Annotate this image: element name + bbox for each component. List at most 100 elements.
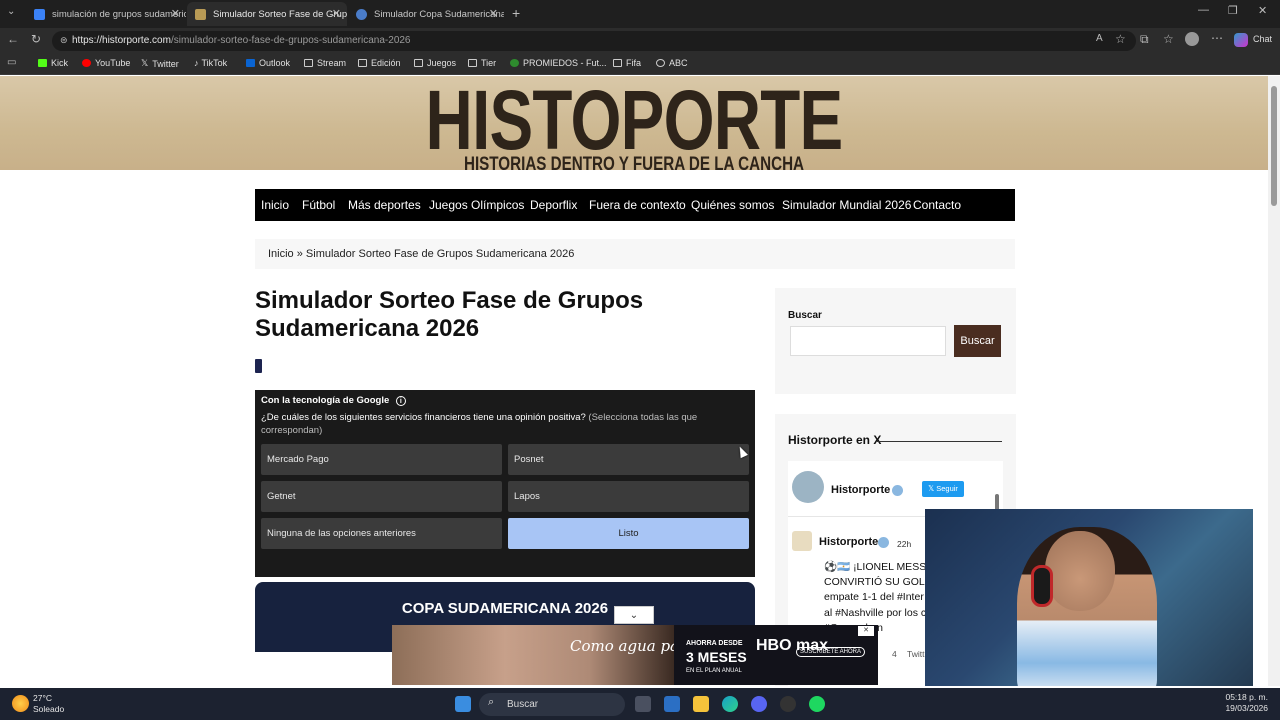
tab-2[interactable]: Simulador Sorteo Fase de Grupos Su ✕	[187, 2, 347, 26]
tweet-more-link[interactable]: Twitt	[907, 649, 924, 659]
spotify-icon[interactable]	[809, 696, 825, 712]
edge-icon[interactable]	[722, 696, 738, 712]
file-explorer-icon[interactable]	[693, 696, 709, 712]
ad-big-text: 3 MESES	[686, 649, 747, 665]
nav-deporflix[interactable]: Deporflix	[530, 189, 577, 221]
survey-option[interactable]: Mercado Pago	[261, 444, 502, 475]
search-favicon-icon	[34, 8, 45, 20]
bookmark-abc[interactable]: ABC	[656, 58, 688, 68]
weather-condition: Soleado	[33, 704, 65, 714]
task-view-icon[interactable]	[635, 696, 651, 712]
reading-view-icon[interactable]: ▭	[7, 57, 16, 68]
follow-button[interactable]: 𝕏 Seguir	[922, 481, 964, 497]
close-window-icon[interactable]: ✕	[1258, 4, 1267, 17]
survey-option[interactable]: Getnet	[261, 481, 502, 512]
close-tab-2-icon[interactable]: ✕	[332, 7, 341, 20]
tab-2-label: Simulador Sorteo Fase de Grupos Su	[213, 8, 347, 20]
bookmark-folder-tier[interactable]: Tier	[468, 58, 496, 68]
reload-icon[interactable]: ↻	[31, 32, 41, 46]
bookmark-label: Tier	[481, 58, 497, 68]
taskbar-search[interactable]: Buscar	[479, 693, 625, 716]
read-aloud-icon[interactable]: A	[1096, 33, 1103, 44]
bookmark-label: Fifa	[626, 58, 642, 68]
info-icon[interactable]: i	[395, 396, 406, 406]
folder-icon	[613, 59, 622, 67]
search-input[interactable]	[790, 326, 946, 356]
clock-time: 05:18 p. m.	[1225, 692, 1268, 702]
ad-image	[392, 625, 674, 685]
bookmark-outlook[interactable]: Outlook	[246, 58, 290, 68]
hbo-max-ad[interactable]: Como agua para Chocolate AHORRA DESDE 3 …	[392, 625, 878, 685]
weather-widget[interactable]: 27°C Soleado	[33, 693, 64, 715]
close-tab-1-icon[interactable]: ✕	[171, 7, 180, 20]
bookmark-tiktok[interactable]: ♪ TikTok	[194, 58, 227, 68]
nav-quienes-somos[interactable]: Quiénes somos	[691, 189, 774, 221]
bookmark-folder-stream[interactable]: Stream	[304, 58, 346, 68]
page-scrollbar-thumb[interactable]	[1271, 86, 1277, 206]
tab-1-label: simulación de grupos sudamericana	[52, 8, 186, 20]
new-tab-icon[interactable]: +	[512, 5, 520, 21]
chat-label[interactable]: Chat	[1253, 34, 1272, 44]
tweet-avatar[interactable]	[792, 531, 812, 551]
minimize-icon[interactable]: —	[1198, 4, 1209, 16]
obs-icon[interactable]	[780, 696, 796, 712]
bookmark-folder-juegos[interactable]: Juegos	[414, 58, 456, 68]
profile-name[interactable]: Historporte	[831, 484, 890, 496]
bookmark-label: TikTok	[201, 58, 228, 68]
ad-close-icon[interactable]: ✕	[858, 626, 874, 636]
folder-icon	[358, 59, 367, 67]
system-clock[interactable]: 05:18 p. m. 19/03/2026	[1225, 692, 1268, 714]
maximize-icon[interactable]: ❐	[1228, 4, 1238, 17]
favorite-star-icon[interactable]: ☆	[1115, 32, 1126, 46]
nav-futbol[interactable]: Fútbol	[302, 189, 335, 221]
url-path: /simulador-sorteo-fase-de-grupos-sudamer…	[170, 35, 411, 46]
search-icon: ⌕	[488, 696, 495, 708]
nav-fuera-de-contexto[interactable]: Fuera de contexto	[589, 189, 686, 221]
store-icon[interactable]	[664, 696, 680, 712]
weather-icon[interactable]	[12, 695, 29, 712]
extensions-icon[interactable]: ⧉	[1140, 32, 1149, 47]
cloud-icon	[656, 59, 665, 67]
discord-icon[interactable]	[751, 696, 767, 712]
close-tab-3-icon[interactable]: ✕	[489, 7, 498, 20]
favorites-icon[interactable]: ☆	[1163, 32, 1174, 46]
copilot-icon[interactable]: .	[1234, 33, 1248, 47]
bookmark-twitter[interactable]: 𝕏 Twitter	[141, 58, 179, 69]
tab-list-icon[interactable]: ⌄	[7, 6, 15, 17]
bookmark-label: Edición	[371, 58, 401, 68]
bookmarks-bar: ▭ Kick YouTube 𝕏 Twitter ♪ TikTok Outlook …	[0, 54, 1280, 75]
site-info-icon[interactable]: ⊜	[60, 35, 68, 46]
nav-juegos-olimpicos[interactable]: Juegos Olímpicos	[429, 189, 524, 221]
tab-3[interactable]: Simulador Copa Sudamericana - C ✕	[348, 2, 504, 26]
profile-avatar[interactable]	[792, 471, 824, 503]
back-icon[interactable]: ←	[7, 32, 19, 46]
web-page: HISTOPORTE HISTORIAS DENTRO Y FUERA DE L…	[0, 76, 1268, 686]
survey-done-button[interactable]: Listo	[508, 518, 749, 549]
ad-collapse-button[interactable]: ⌄	[614, 606, 654, 624]
start-button-icon[interactable]	[455, 696, 471, 712]
survey-option[interactable]: Lapos	[508, 481, 749, 512]
ad-subscribe-button[interactable]: SUSCRÍBETE AHORA	[796, 647, 866, 657]
nav-contacto[interactable]: Contacto	[913, 189, 961, 221]
site-favicon-icon	[356, 8, 367, 20]
survey-option[interactable]: Posnet	[508, 444, 749, 475]
more-menu-icon[interactable]: ⋯	[1211, 31, 1223, 45]
tweet-author[interactable]: Historporte	[819, 536, 878, 548]
url-field[interactable]: https://historporte.com/simulador-sorteo…	[52, 31, 1136, 51]
tab-1[interactable]: simulación de grupos sudamericana ✕	[26, 2, 186, 26]
tweet-likes-count[interactable]: 4	[892, 649, 897, 659]
bookmark-kick[interactable]: Kick	[38, 58, 68, 68]
survey-question-text: ¿De cuáles de los siguientes servicios f…	[261, 412, 586, 423]
bookmark-folder-fifa[interactable]: Fifa	[613, 58, 641, 68]
profile-avatar-icon[interactable]: .	[1185, 32, 1199, 46]
bookmark-youtube[interactable]: YouTube	[82, 58, 130, 68]
breadcrumb[interactable]: Inicio » Simulador Sorteo Fase de Grupos…	[255, 239, 1015, 269]
bookmark-promiedos[interactable]: PROMIEDOS - Fut...	[510, 58, 607, 68]
search-button[interactable]: Buscar	[954, 325, 1001, 357]
nav-inicio[interactable]: Inicio	[261, 189, 289, 221]
nav-mas-deportes[interactable]: Más deportes	[348, 189, 421, 221]
survey-option[interactable]: Ninguna de las opciones anteriores	[261, 518, 502, 549]
google-survey: Con la tecnología de Google i ¿De cuáles…	[255, 390, 755, 577]
bookmark-folder-edicion[interactable]: Edición	[358, 58, 401, 68]
nav-simulador-mundial[interactable]: Simulador Mundial 2026	[782, 189, 911, 221]
